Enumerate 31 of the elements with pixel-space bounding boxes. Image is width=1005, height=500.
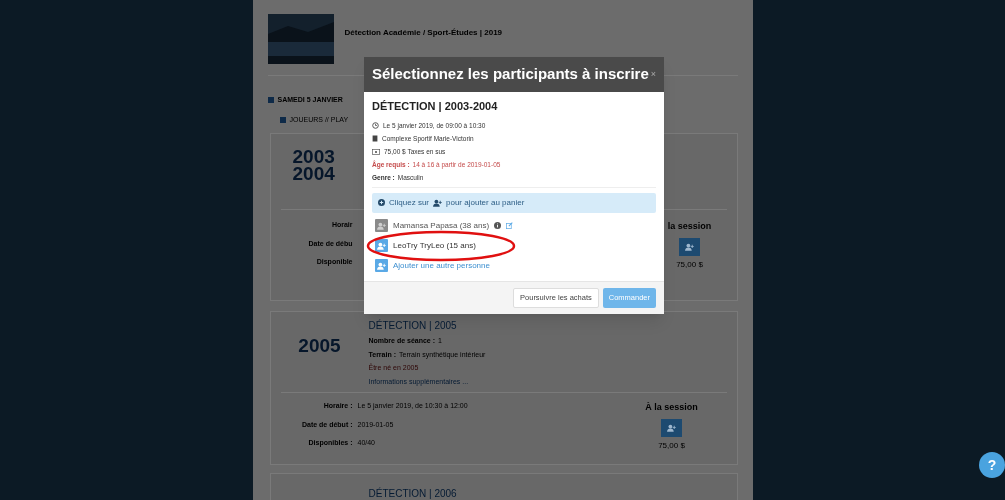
alert-text: pour ajouter au panier bbox=[446, 196, 525, 209]
person-icon[interactable] bbox=[375, 239, 388, 252]
add-to-cart-button[interactable] bbox=[661, 418, 682, 437]
event-title: DÉTECTION | 2003-2004 bbox=[372, 99, 499, 114]
alert-text: Cliquez sur bbox=[389, 196, 429, 209]
building-icon bbox=[372, 135, 378, 142]
price: 75,00 $ bbox=[676, 258, 703, 271]
dialog-title: Sélectionnez les participants à inscrire bbox=[372, 64, 649, 85]
add-to-cart-button[interactable] bbox=[679, 237, 700, 256]
session-title[interactable]: DÉTECTION | 2006 bbox=[368, 488, 457, 499]
session-title[interactable]: DÉTECTION | 2005 bbox=[368, 318, 486, 333]
help-button[interactable]: ? bbox=[979, 452, 1005, 478]
add-person-link[interactable]: Ajouter une autre personne bbox=[393, 259, 490, 272]
edit-icon[interactable] bbox=[506, 222, 514, 229]
add-user-icon bbox=[685, 242, 694, 251]
price: 75,00 $ bbox=[658, 439, 685, 452]
add-person-icon[interactable] bbox=[375, 259, 388, 272]
page-title: Détection Académie / Sport-Études | 2019 bbox=[344, 28, 504, 38]
add-user-icon bbox=[433, 198, 442, 207]
add-user-icon bbox=[377, 221, 386, 230]
year-number: 2003 bbox=[292, 148, 335, 165]
year-number: 2005 bbox=[298, 334, 341, 358]
close-button[interactable]: × bbox=[650, 67, 656, 82]
add-user-icon bbox=[377, 261, 386, 270]
add-user-icon bbox=[377, 241, 386, 250]
year-number: 2004 bbox=[292, 165, 335, 182]
money-icon bbox=[372, 148, 380, 155]
price-heading: la session bbox=[667, 220, 712, 233]
clock-icon bbox=[372, 122, 379, 129]
add-user-icon bbox=[667, 423, 676, 432]
price-heading: À la session bbox=[645, 401, 698, 414]
